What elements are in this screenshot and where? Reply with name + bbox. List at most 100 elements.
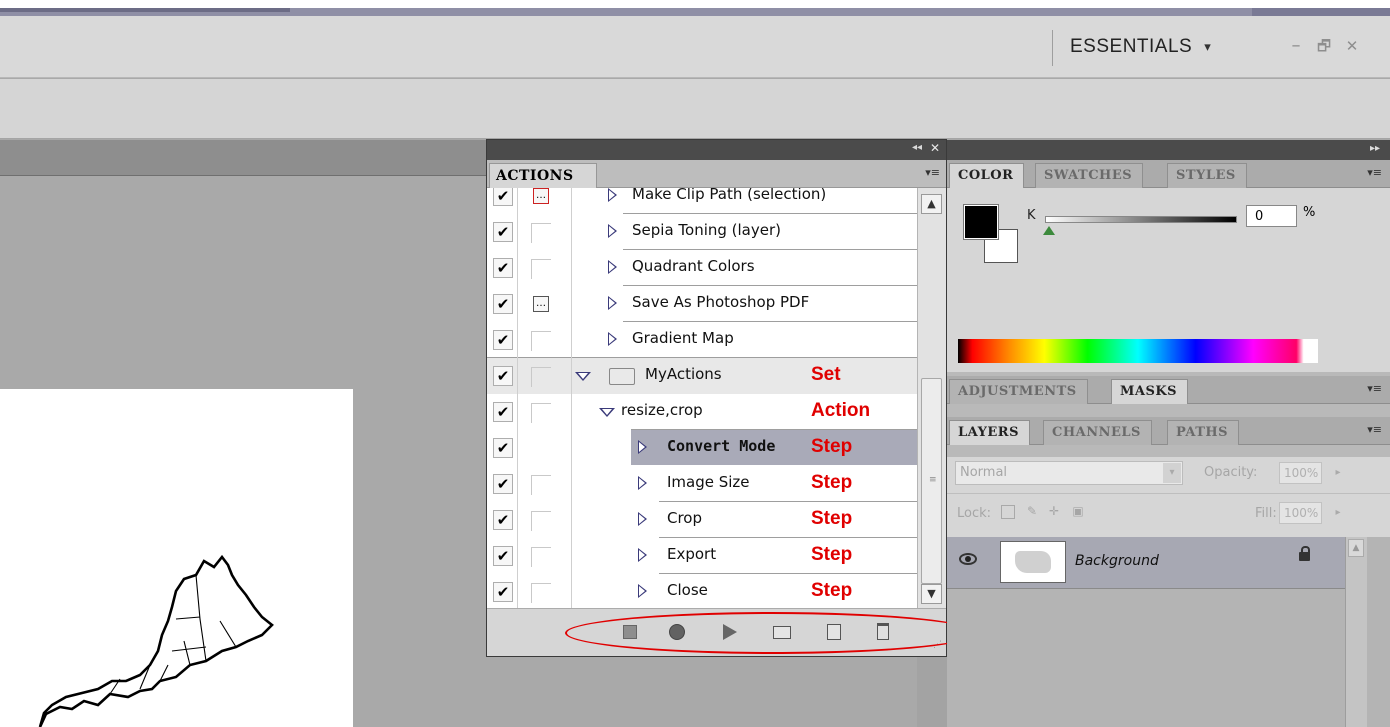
dialog-toggle[interactable] — [531, 223, 551, 243]
new-action-icon[interactable] — [827, 624, 841, 640]
tab-actions[interactable]: ACTIONS — [489, 163, 597, 188]
k-value-input[interactable]: 0 — [1246, 205, 1297, 227]
slider-thumb[interactable] — [1043, 226, 1055, 235]
expand-triangle-icon[interactable] — [608, 332, 617, 346]
list-item[interactable]: ✔ Image Size Step — [487, 466, 917, 502]
toggle-checkbox[interactable]: ✔ — [493, 258, 513, 278]
stop-icon[interactable] — [623, 625, 637, 639]
layers-scrollbar[interactable]: ▲ — [1345, 537, 1367, 727]
minimize-button[interactable]: – — [1286, 36, 1306, 56]
actions-scrollbar[interactable]: ▲ ≡ ▼ — [917, 188, 946, 608]
chevron-right-icon[interactable]: ▸ — [1330, 502, 1346, 524]
list-item[interactable]: ✔ Export Step — [487, 538, 917, 574]
lock-brush-icon[interactable]: ✎ — [1025, 505, 1039, 519]
list-item[interactable]: ✔ Quadrant Colors — [487, 250, 917, 286]
new-set-folder-icon[interactable] — [773, 626, 791, 639]
expand-triangle-icon[interactable] — [638, 476, 647, 490]
expand-triangle-icon[interactable] — [608, 296, 617, 310]
dialog-toggle[interactable] — [531, 511, 551, 531]
toggle-checkbox[interactable]: ✔ — [493, 402, 513, 422]
toggle-checkbox[interactable]: ✔ — [493, 294, 513, 314]
annotation-step: Step — [811, 544, 853, 565]
scroll-up-button[interactable]: ▲ — [1348, 539, 1364, 557]
close-button[interactable]: ✕ — [1342, 36, 1362, 56]
expand-triangle-icon[interactable] — [638, 512, 647, 526]
dialog-toggle[interactable] — [531, 403, 551, 423]
lock-all-icon[interactable]: ▣ — [1071, 505, 1085, 519]
tab-adjustments[interactable]: ADJUSTMENTS — [949, 379, 1088, 404]
list-item[interactable]: ✔ Gradient Map — [487, 322, 917, 358]
list-item[interactable]: ✔ resize,crop Action — [487, 394, 917, 430]
opacity-input[interactable]: 100% — [1279, 462, 1322, 484]
action-set-row[interactable]: ✔ MyActions Set — [487, 358, 917, 394]
toggle-checkbox[interactable]: ✔ — [493, 222, 513, 242]
expand-triangle-icon[interactable] — [608, 260, 617, 274]
fill-input[interactable]: 100% — [1279, 502, 1322, 524]
collapse-triangle-icon[interactable] — [575, 372, 591, 381]
dock-header[interactable]: ▸▸ — [947, 140, 1390, 160]
resize-grip-icon[interactable]: ⋰ — [933, 640, 942, 650]
panel-menu-icon[interactable]: ▾≡ — [1367, 423, 1382, 436]
play-icon[interactable] — [723, 624, 737, 640]
dialog-toggle[interactable]: … — [533, 296, 549, 312]
list-item[interactable]: ✔ Sepia Toning (layer) — [487, 214, 917, 250]
list-item[interactable]: ✔ … Make Clip Path (selection) — [487, 188, 917, 214]
tab-color[interactable]: COLOR — [949, 163, 1025, 188]
toggle-checkbox[interactable]: ✔ — [493, 188, 513, 206]
list-item[interactable]: ✔ Close Step — [487, 574, 917, 608]
tab-layers[interactable]: LAYERS — [949, 420, 1030, 445]
list-item[interactable]: ✔ Crop Step — [487, 502, 917, 538]
list-item[interactable]: ✔ … Save As Photoshop PDF — [487, 286, 917, 322]
dialog-toggle[interactable] — [531, 331, 551, 351]
toggle-checkbox[interactable]: ✔ — [493, 510, 513, 530]
record-icon[interactable] — [669, 624, 685, 640]
collapse-icon[interactable]: ◂◂ — [912, 142, 922, 153]
expand-triangle-icon[interactable] — [608, 224, 617, 238]
toggle-checkbox[interactable]: ✔ — [493, 582, 513, 602]
color-spectrum-bar[interactable] — [958, 339, 1318, 363]
toggle-checkbox[interactable]: ✔ — [493, 330, 513, 350]
list-item-selected[interactable]: ✔ Convert Mode Step — [487, 430, 917, 466]
scroll-up-button[interactable]: ▲ — [921, 194, 942, 214]
dialog-toggle[interactable] — [531, 367, 551, 387]
workspace-switcher[interactable]: ESSENTIALS ▾ — [1070, 34, 1211, 60]
panel-menu-icon[interactable]: ▾≡ — [1367, 166, 1382, 179]
eye-icon[interactable] — [959, 553, 977, 565]
tab-channels[interactable]: CHANNELS — [1043, 420, 1152, 445]
expand-triangle-icon[interactable] — [638, 584, 647, 598]
expand-triangle-icon[interactable] — [608, 188, 617, 202]
foreground-color-swatch[interactable] — [963, 204, 999, 240]
tab-masks[interactable]: MASKS — [1111, 379, 1189, 404]
toggle-checkbox[interactable]: ✔ — [493, 438, 513, 458]
tab-paths[interactable]: PATHS — [1167, 420, 1240, 445]
lock-move-icon[interactable]: ✛ — [1047, 505, 1061, 519]
restore-button[interactable]: 🗗 — [1314, 36, 1334, 56]
dialog-toggle[interactable] — [531, 259, 551, 279]
blend-mode-select[interactable]: Normal ▾ — [955, 461, 1183, 485]
collapse-triangle-icon[interactable] — [599, 408, 615, 417]
expand-triangle-icon[interactable] — [638, 440, 647, 454]
dialog-toggle[interactable]: … — [533, 188, 549, 204]
dialog-toggle[interactable] — [531, 547, 551, 567]
panel-menu-icon[interactable]: ▾≡ — [925, 166, 940, 179]
expand-triangle-icon[interactable] — [638, 548, 647, 562]
k-slider[interactable] — [1045, 216, 1237, 223]
toggle-checkbox[interactable]: ✔ — [493, 474, 513, 494]
toggle-checkbox[interactable]: ✔ — [493, 546, 513, 566]
tab-styles[interactable]: STYLES — [1167, 163, 1247, 188]
tab-swatches[interactable]: SWATCHES — [1035, 163, 1144, 188]
chevron-right-icon[interactable]: ▸ — [1330, 462, 1346, 484]
toggle-checkbox[interactable]: ✔ — [493, 366, 513, 386]
close-icon[interactable]: ✕ — [930, 141, 940, 155]
trash-icon[interactable] — [877, 623, 889, 640]
layer-row[interactable]: Background — [947, 537, 1345, 589]
panel-menu-icon[interactable]: ▾≡ — [1367, 382, 1382, 395]
scroll-down-button[interactable]: ▼ — [921, 584, 942, 604]
collapse-icon[interactable]: ▸▸ — [1370, 143, 1380, 154]
dialog-toggle[interactable] — [531, 475, 551, 495]
document-canvas[interactable] — [0, 389, 353, 727]
dialog-toggle[interactable] — [531, 583, 551, 603]
lock-transparency-icon[interactable] — [1001, 505, 1015, 519]
scroll-thumb[interactable]: ≡ — [921, 378, 942, 584]
actions-panel-header[interactable]: ◂◂ ✕ — [487, 140, 946, 160]
